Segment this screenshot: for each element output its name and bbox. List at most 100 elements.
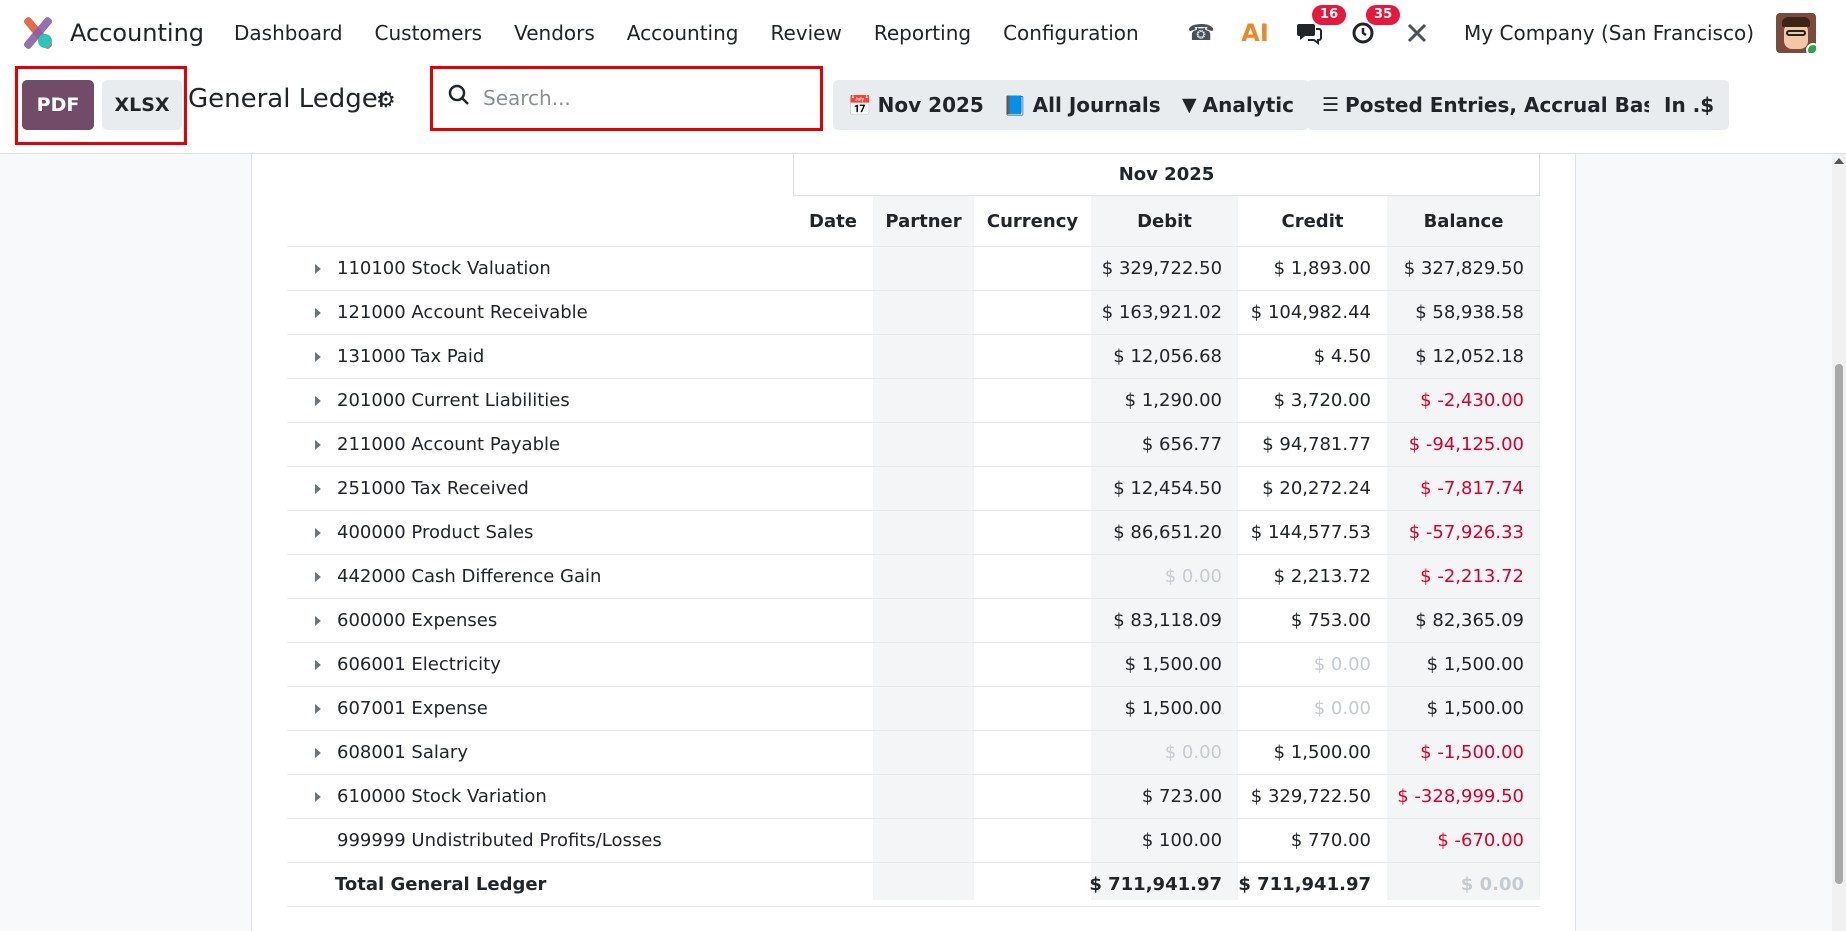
- balance-value: $ -1,500.00: [1387, 730, 1540, 775]
- credit-value: $ 3,720.00: [1238, 378, 1387, 423]
- page-title: General Ledger: [188, 84, 389, 114]
- balance-value: $ 58,938.58: [1387, 290, 1540, 335]
- account-name: 201000 Current Liabilities: [337, 390, 570, 411]
- total-balance: $ 0.00: [1387, 862, 1540, 907]
- journals-filter-label: All Journals: [1032, 93, 1161, 117]
- expand-caret-icon[interactable]: [315, 308, 321, 318]
- phone-icon[interactable]: ☎: [1186, 18, 1216, 48]
- top-navbar: Accounting Dashboard Customers Vendors A…: [0, 0, 1846, 66]
- expand-caret-icon[interactable]: [315, 396, 321, 406]
- expand-caret-icon[interactable]: [315, 704, 321, 714]
- navbar-systray: ☎ AI 16 35 My Company (San Francisco): [1162, 0, 1816, 66]
- xlsx-button[interactable]: XLSX: [102, 80, 182, 130]
- menu-configuration[interactable]: Configuration: [1003, 21, 1139, 45]
- expand-caret-icon[interactable]: [315, 484, 321, 494]
- table-row[interactable]: 608001 Salary $ 0.00 $ 1,500.00 $ -1,500…: [287, 730, 1540, 775]
- account-name: 607001 Expense: [337, 698, 488, 719]
- tools-icon[interactable]: [1402, 18, 1432, 48]
- table-row: 999999 Undistributed Profits/Losses $ 10…: [287, 818, 1540, 863]
- menu-dashboard[interactable]: Dashboard: [234, 21, 343, 45]
- account-name: 121000 Account Receivable: [337, 302, 588, 323]
- debit-value: $ 656.77: [1089, 422, 1239, 467]
- search-bar[interactable]: [430, 66, 823, 131]
- credit-value: $ 20,272.24: [1238, 466, 1387, 511]
- date-filter-button[interactable]: 📅 Nov 2025: [833, 80, 999, 130]
- table-row[interactable]: 211000 Account Payable $ 656.77 $ 94,781…: [287, 422, 1540, 467]
- debit-column-header[interactable]: Debit: [1091, 196, 1238, 246]
- date-column-header[interactable]: Date: [793, 196, 873, 246]
- partner-column-header[interactable]: Partner: [873, 196, 974, 246]
- table-row[interactable]: 110100 Stock Valuation $ 329,722.50 $ 1,…: [287, 246, 1540, 291]
- expand-caret-icon[interactable]: [315, 572, 321, 582]
- menu-vendors[interactable]: Vendors: [514, 21, 595, 45]
- account-name: 608001 Salary: [337, 742, 468, 763]
- account-name: 211000 Account Payable: [337, 434, 561, 455]
- analytic-filter-button[interactable]: ▼ Analytic: [1167, 80, 1310, 130]
- table-row[interactable]: 607001 Expense $ 1,500.00 $ 0.00 $ 1,500…: [287, 686, 1540, 731]
- table-row[interactable]: 606001 Electricity $ 1,500.00 $ 0.00 $ 1…: [287, 642, 1540, 687]
- table-row[interactable]: 442000 Cash Difference Gain $ 0.00 $ 2,2…: [287, 554, 1540, 599]
- expand-caret-icon[interactable]: [315, 440, 321, 450]
- expand-caret-icon[interactable]: [315, 528, 321, 538]
- user-avatar[interactable]: [1776, 13, 1816, 53]
- messages-icon[interactable]: 16: [1294, 5, 1347, 48]
- balance-value: $ -7,817.74: [1387, 466, 1540, 511]
- table-row[interactable]: 400000 Product Sales $ 86,651.20 $ 144,5…: [287, 510, 1540, 555]
- credit-column-header[interactable]: Credit: [1238, 196, 1387, 246]
- table-row[interactable]: 251000 Tax Received $ 12,454.50 $ 20,272…: [287, 466, 1540, 511]
- vertical-scrollbar[interactable]: [1832, 154, 1846, 931]
- table-row[interactable]: 600000 Expenses $ 83,118.09 $ 753.00 $ 8…: [287, 598, 1540, 643]
- balance-column-header[interactable]: Balance: [1387, 196, 1540, 246]
- credit-value: $ 104,982.44: [1238, 290, 1387, 335]
- expand-caret-icon[interactable]: [315, 748, 321, 758]
- expand-caret-icon[interactable]: [315, 352, 321, 362]
- pdf-button[interactable]: PDF: [22, 80, 94, 130]
- total-label: Total General Ledger: [335, 874, 547, 895]
- expand-caret-icon[interactable]: [315, 616, 321, 626]
- menu-review[interactable]: Review: [770, 21, 841, 45]
- account-name: 442000 Cash Difference Gain: [337, 566, 602, 587]
- sliders-icon: ☰: [1322, 94, 1340, 116]
- currency-column-header[interactable]: Currency: [974, 196, 1091, 246]
- table-row[interactable]: 121000 Account Receivable $ 163,921.02 $…: [287, 290, 1540, 335]
- credit-value: $ 0.00: [1238, 642, 1387, 687]
- currency-filter-button[interactable]: In .$: [1649, 80, 1730, 130]
- debit-value: $ 0.00: [1089, 554, 1239, 599]
- debit-value: $ 329,722.50: [1089, 246, 1239, 291]
- debit-value: $ 723.00: [1089, 774, 1239, 819]
- filter-funnel-icon: ▼: [1182, 94, 1197, 116]
- calendar-icon: 📅: [848, 94, 872, 117]
- balance-value: $ -2,213.72: [1387, 554, 1540, 599]
- account-name: 600000 Expenses: [337, 610, 498, 631]
- table-row[interactable]: 610000 Stock Variation $ 723.00 $ 329,72…: [287, 774, 1540, 819]
- options-filter-button[interactable]: ☰ Posted Entries, Accrual Basis: [1307, 80, 1689, 130]
- debit-value: $ 1,290.00: [1089, 378, 1239, 423]
- balance-value: $ 12,052.18: [1387, 334, 1540, 379]
- balance-value: $ 1,500.00: [1387, 642, 1540, 687]
- expand-caret-icon[interactable]: [315, 264, 321, 274]
- menu-accounting[interactable]: Accounting: [627, 21, 739, 45]
- expand-caret-icon[interactable]: [315, 792, 321, 802]
- scroll-up-arrow-icon[interactable]: [1834, 158, 1844, 164]
- account-name: 110100 Stock Valuation: [337, 258, 551, 279]
- expand-caret-icon[interactable]: [315, 660, 321, 670]
- scrollbar-thumb[interactable]: [1835, 364, 1843, 884]
- table-row[interactable]: 131000 Tax Paid $ 12,056.68 $ 4.50 $ 12,…: [287, 334, 1540, 379]
- credit-value: $ 2,213.72: [1238, 554, 1387, 599]
- balance-value: $ -94,125.00: [1387, 422, 1540, 467]
- journals-filter-button[interactable]: 📘 All Journals: [988, 80, 1176, 130]
- app-name[interactable]: Accounting: [70, 19, 204, 47]
- search-input[interactable]: [483, 83, 783, 113]
- credit-value: $ 1,500.00: [1238, 730, 1387, 775]
- accounting-app-icon[interactable]: [20, 15, 54, 51]
- company-switcher[interactable]: My Company (San Francisco): [1464, 21, 1754, 45]
- menu-customers[interactable]: Customers: [375, 21, 483, 45]
- debit-value: $ 100.00: [1089, 818, 1239, 863]
- ai-icon[interactable]: AI: [1240, 18, 1270, 48]
- table-row[interactable]: 201000 Current Liabilities $ 1,290.00 $ …: [287, 378, 1540, 423]
- credit-value: $ 144,577.53: [1238, 510, 1387, 555]
- menu-reporting[interactable]: Reporting: [874, 21, 971, 45]
- online-status-icon: [1806, 43, 1816, 53]
- activities-clock-icon[interactable]: 35: [1348, 5, 1401, 48]
- gear-icon[interactable]: ⚙: [376, 88, 396, 113]
